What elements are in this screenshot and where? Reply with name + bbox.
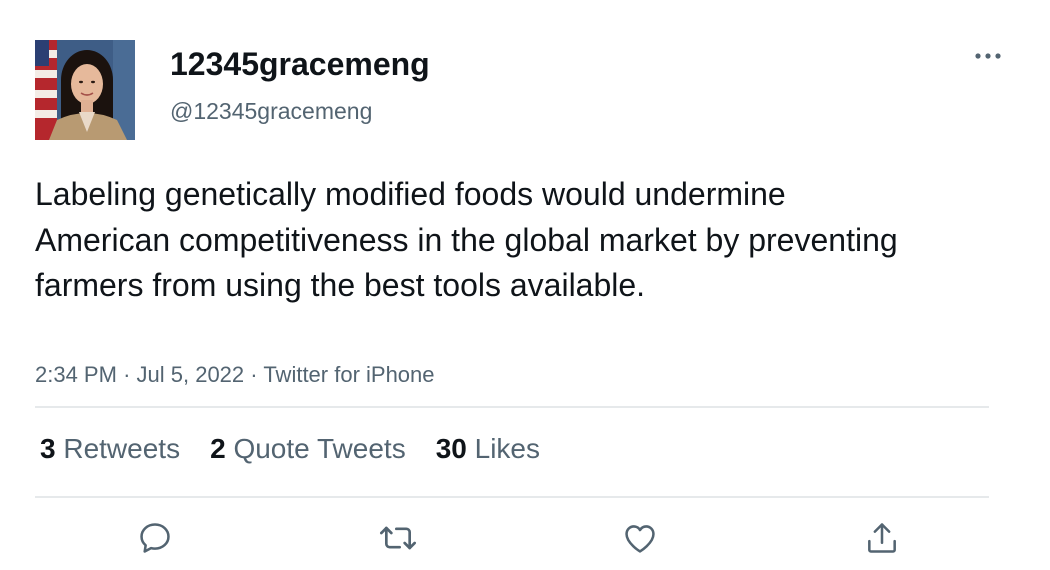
like-button[interactable] <box>620 518 660 558</box>
retweets-stat[interactable]: 3 Retweets <box>40 431 180 467</box>
retweet-button[interactable] <box>378 518 418 558</box>
quote-tweets-stat[interactable]: 2 Quote Tweets <box>210 431 406 467</box>
tweet-source[interactable]: Twitter for iPhone <box>263 362 434 387</box>
likes-stat[interactable]: 30 Likes <box>436 431 540 467</box>
retweets-count: 3 <box>40 433 56 464</box>
likes-count: 30 <box>435 433 467 464</box>
profile-photo-icon <box>35 40 135 140</box>
more-options-button[interactable] <box>968 44 1008 68</box>
user-handle[interactable]: @12345gracemeng <box>170 97 372 125</box>
quote-tweets-label: Quote Tweets <box>233 433 406 464</box>
more-dots-icon <box>975 53 1001 59</box>
reply-button[interactable] <box>135 518 175 558</box>
reply-icon <box>140 523 170 553</box>
meta-separator: · <box>250 362 258 387</box>
share-button[interactable] <box>862 518 902 558</box>
display-name[interactable]: 12345gracemeng <box>170 44 430 84</box>
retweet-icon <box>380 526 416 550</box>
meta-separator: · <box>123 362 131 387</box>
tweet-date[interactable]: Jul 5, 2022 <box>137 362 245 387</box>
quote-tweets-count: 2 <box>210 433 226 464</box>
share-icon <box>868 523 896 553</box>
divider <box>35 406 989 408</box>
retweets-label: Retweets <box>63 433 181 464</box>
tweet-meta: 2:34 PM · Jul 5, 2022 · Twitter for iPho… <box>35 360 435 390</box>
divider <box>35 496 989 498</box>
tweet-text: Labeling genetically modified foods woul… <box>35 176 898 303</box>
likes-label: Likes <box>474 433 541 464</box>
engagement-stats: 3 Retweets 2 Quote Tweets 30 Likes <box>40 431 570 467</box>
heart-icon <box>625 525 655 553</box>
tweet-time[interactable]: 2:34 PM <box>35 362 117 387</box>
avatar[interactable] <box>35 40 135 140</box>
